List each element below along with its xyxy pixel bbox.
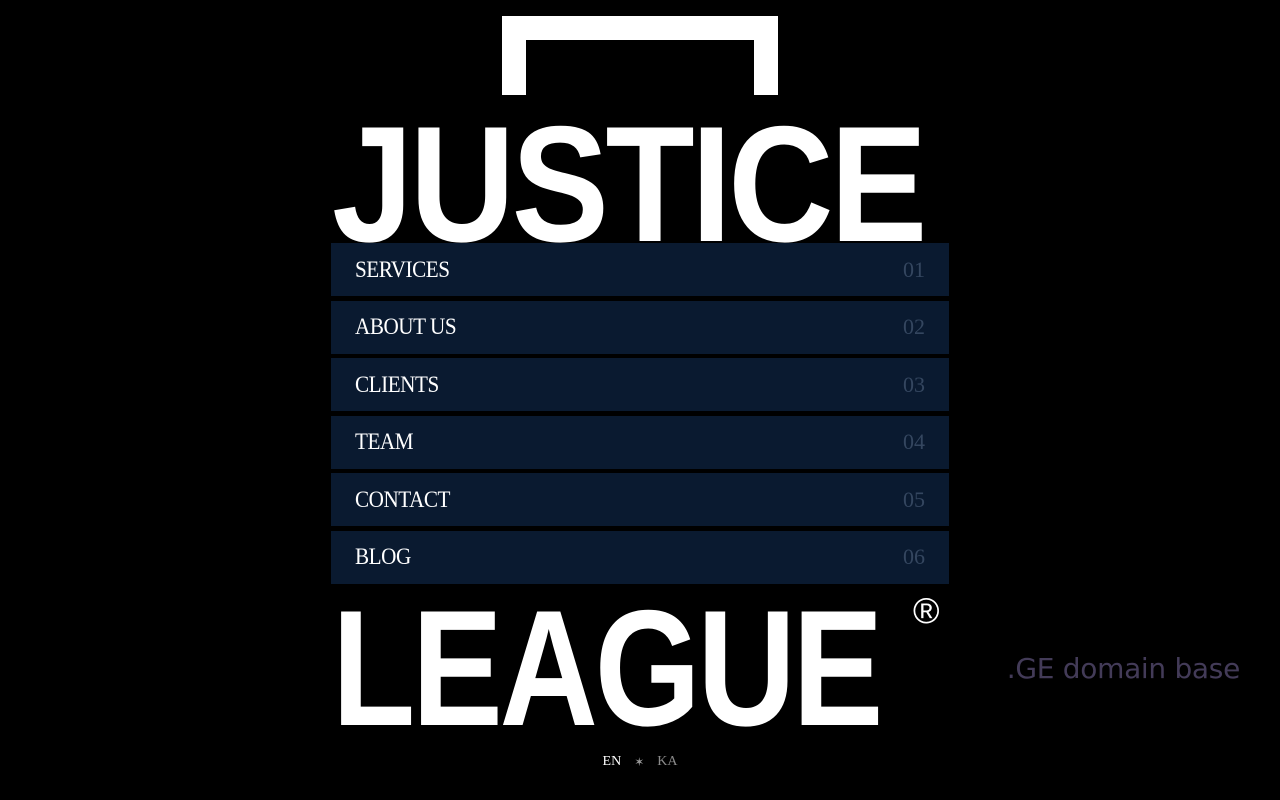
- page: JUSTICE SERVICES 01 ABOUT US 02 CLIENTS …: [0, 0, 1280, 800]
- language-switcher: EN ✶ KA: [0, 754, 1280, 770]
- menu-item-clients[interactable]: CLIENTS 03: [331, 358, 949, 411]
- menu-item-label: CLIENTS: [355, 371, 439, 397]
- menu-item-label: CONTACT: [355, 486, 451, 512]
- language-option-en[interactable]: EN: [603, 754, 622, 770]
- menu-item-number: 02: [903, 314, 925, 339]
- menu-item-contact[interactable]: CONTACT 05: [331, 473, 949, 526]
- menu-item-number: 05: [903, 486, 925, 512]
- domain-note: .GE domain base: [1006, 652, 1241, 685]
- menu-item-label: BLOG: [355, 544, 411, 569]
- menu-item-about-us[interactable]: ABOUT US 02: [331, 300, 949, 354]
- menu-item-services[interactable]: SERVICES 01: [331, 243, 949, 296]
- language-option-ka[interactable]: KA: [657, 754, 677, 770]
- menu-item-number: 06: [903, 544, 925, 569]
- logo-word-league: LEAGUE: [332, 576, 883, 760]
- menu-item-team[interactable]: TEAM 04: [331, 415, 949, 469]
- menu-list: SERVICES 01 ABOUT US 02 CLIENTS 03 TEAM …: [331, 243, 949, 588]
- menu-item-label: TEAM: [355, 429, 414, 454]
- menu-item-label: SERVICES: [355, 256, 450, 282]
- registered-mark-icon: ®: [913, 590, 940, 631]
- star-separator-icon: ✶: [634, 754, 645, 769]
- menu-item-number: 04: [903, 429, 925, 454]
- logo-bracket-mark: [502, 16, 778, 95]
- menu-item-label: ABOUT US: [355, 314, 457, 339]
- menu-item-number: 01: [903, 256, 925, 282]
- menu-item-number: 03: [903, 371, 925, 397]
